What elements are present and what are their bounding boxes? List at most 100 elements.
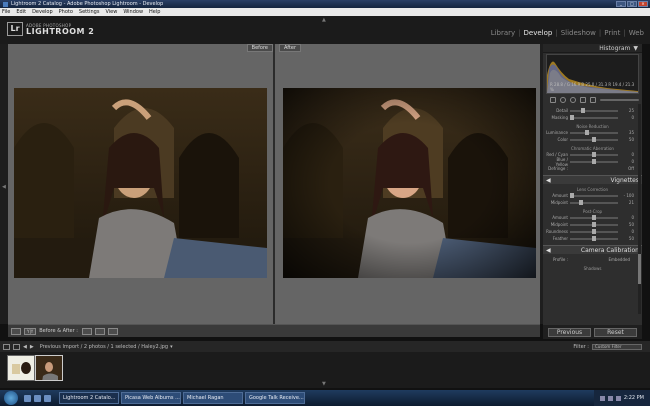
bottom-panel-toggle-icon[interactable]: ▼ — [322, 381, 326, 387]
tray-icon[interactable] — [607, 395, 613, 401]
slider-thumb[interactable] — [581, 107, 585, 113]
left-panel-strip[interactable]: ◀ — [0, 44, 8, 324]
detail-slider[interactable] — [570, 107, 618, 113]
slider-thumb[interactable] — [592, 235, 596, 241]
roundness-slider[interactable] — [570, 228, 618, 234]
camera-calibration-panel-header[interactable]: ◀ Camera Calibration — [543, 245, 642, 254]
menu-help[interactable]: Help — [149, 9, 160, 15]
detail-row[interactable]: Detail 25 — [543, 107, 642, 114]
profile-row[interactable]: Profile : Embedded — [543, 256, 642, 263]
slider-thumb[interactable] — [592, 221, 596, 227]
taskbar-button-chat[interactable]: Michael Ragan — [183, 392, 243, 404]
second-window-icon[interactable] — [13, 343, 20, 350]
copy-before-to-after-button[interactable] — [81, 327, 92, 335]
defringe-select[interactable]: Off — [618, 166, 634, 171]
post-midpoint-slider[interactable] — [570, 221, 618, 227]
taskbar-button-google-talk[interactable]: Google Talk Receive... — [245, 392, 305, 404]
masking-slider[interactable] — [570, 114, 618, 120]
top-panel-toggle-icon[interactable]: ▲ — [322, 17, 326, 23]
post-amount-slider[interactable] — [570, 214, 618, 220]
clock[interactable]: 2:22 PM — [624, 395, 644, 401]
slider-thumb[interactable] — [592, 228, 596, 234]
left-panel-toggle-icon[interactable]: ◀ — [2, 184, 6, 190]
lens-amount-slider[interactable] — [570, 192, 618, 198]
taskbar-button-lightroom[interactable]: Lightroom 2 Catalo... — [59, 392, 119, 404]
red-eye-tool-icon[interactable] — [570, 97, 576, 103]
post-midpoint-row[interactable]: Midpoint 50 — [543, 221, 642, 228]
roundness-row[interactable]: Roundness 0 — [543, 228, 642, 235]
color-noise-slider[interactable] — [570, 136, 618, 142]
luminance-row[interactable]: Luminance 35 — [543, 129, 642, 136]
profile-select[interactable]: Embedded — [570, 257, 630, 262]
filter-select[interactable]: Custom Filter — [592, 343, 642, 350]
lens-midpoint-slider[interactable] — [570, 199, 618, 205]
slider-thumb[interactable] — [579, 199, 584, 205]
filmstrip-thumbnail-selected[interactable] — [35, 355, 63, 381]
previous-button[interactable]: Previous — [548, 327, 591, 337]
after-photo[interactable] — [283, 88, 536, 278]
blue-yellow-slider[interactable] — [570, 158, 618, 164]
feather-slider[interactable] — [570, 235, 618, 241]
grid-view-icon[interactable] — [3, 343, 10, 350]
menu-window[interactable]: Window — [123, 9, 143, 15]
filmstrip-thumbnail[interactable] — [7, 355, 35, 381]
slider-thumb[interactable] — [592, 151, 596, 157]
menu-edit[interactable]: Edit — [16, 9, 26, 15]
quick-launch-icon[interactable] — [34, 394, 41, 402]
tool-slider[interactable] — [600, 99, 639, 101]
tray-icon[interactable] — [599, 395, 605, 401]
module-develop[interactable]: Develop — [524, 29, 553, 37]
vignettes-panel-header[interactable]: ◀ Vignettes — [543, 175, 642, 184]
menu-file[interactable]: File — [2, 9, 10, 15]
slider-thumb[interactable] — [592, 158, 596, 164]
slider-thumb[interactable] — [585, 129, 590, 135]
before-after-mode-label[interactable]: Before & After : — [39, 328, 78, 334]
feather-row[interactable]: Feather 50 — [543, 235, 642, 242]
module-print[interactable]: Print — [604, 29, 620, 37]
menu-view[interactable]: View — [105, 9, 117, 15]
module-slideshow[interactable]: Slideshow — [561, 29, 596, 37]
slider-thumb[interactable] — [570, 114, 574, 120]
before-after-view-button[interactable]: Y|Y — [24, 327, 37, 335]
luminance-slider[interactable] — [570, 129, 618, 135]
lens-midpoint-row[interactable]: Midpoint 21 — [543, 199, 642, 206]
minimize-button[interactable]: _ — [616, 1, 626, 7]
graduated-filter-tool-icon[interactable] — [580, 97, 586, 103]
lens-amount-row[interactable]: Amount - 100 — [543, 192, 642, 199]
menu-develop[interactable]: Develop — [32, 9, 53, 15]
menu-settings[interactable]: Settings — [79, 9, 100, 15]
forward-arrow-icon[interactable]: ▶ — [30, 344, 34, 350]
defringe-row[interactable]: Defringe : Off — [543, 165, 642, 172]
menu-photo[interactable]: Photo — [59, 9, 73, 15]
loupe-view-button[interactable] — [11, 327, 21, 335]
close-button[interactable]: × — [638, 1, 648, 7]
taskbar-button-picasa[interactable]: Picasa Web Albums ... — [121, 392, 181, 404]
post-amount-row[interactable]: Amount 0 — [543, 214, 642, 221]
slider-thumb[interactable] — [592, 214, 596, 220]
chevron-down-icon[interactable]: ▾ — [170, 344, 173, 350]
slider-thumb[interactable] — [592, 136, 596, 142]
start-button[interactable] — [4, 391, 18, 405]
crop-tool-icon[interactable] — [550, 97, 556, 103]
copy-after-to-before-button[interactable] — [94, 327, 105, 335]
filmstrip-source-info[interactable]: Previous Import / 2 photos / 1 selected … — [40, 344, 168, 350]
reset-button[interactable]: Reset — [594, 327, 637, 337]
masking-row[interactable]: Masking 0 — [543, 114, 642, 121]
adjustment-brush-tool-icon[interactable] — [590, 97, 596, 103]
module-library[interactable]: Library — [491, 29, 515, 37]
module-web[interactable]: Web — [629, 29, 644, 37]
blue-yellow-row[interactable]: Blue / Yellow 0 — [543, 157, 642, 167]
panel-scrollbar[interactable] — [638, 104, 641, 314]
maximize-button[interactable]: □ — [627, 1, 637, 7]
histogram-header[interactable]: Histogram ▼ — [543, 44, 642, 53]
spot-removal-tool-icon[interactable] — [560, 97, 566, 103]
swap-before-after-button[interactable] — [107, 327, 118, 335]
tray-icon[interactable] — [615, 395, 621, 401]
quick-launch-icon[interactable] — [44, 394, 51, 402]
red-cyan-slider[interactable] — [570, 151, 618, 157]
color-noise-row[interactable]: Color 50 — [543, 136, 642, 143]
quick-launch-icon[interactable] — [24, 394, 31, 402]
scrollbar-thumb[interactable] — [638, 254, 641, 284]
back-arrow-icon[interactable]: ◀ — [23, 344, 27, 350]
histogram[interactable]: R 28.8 / G 16.9 B 25.0 / 31.3 R 19.4 / 2… — [546, 54, 639, 94]
